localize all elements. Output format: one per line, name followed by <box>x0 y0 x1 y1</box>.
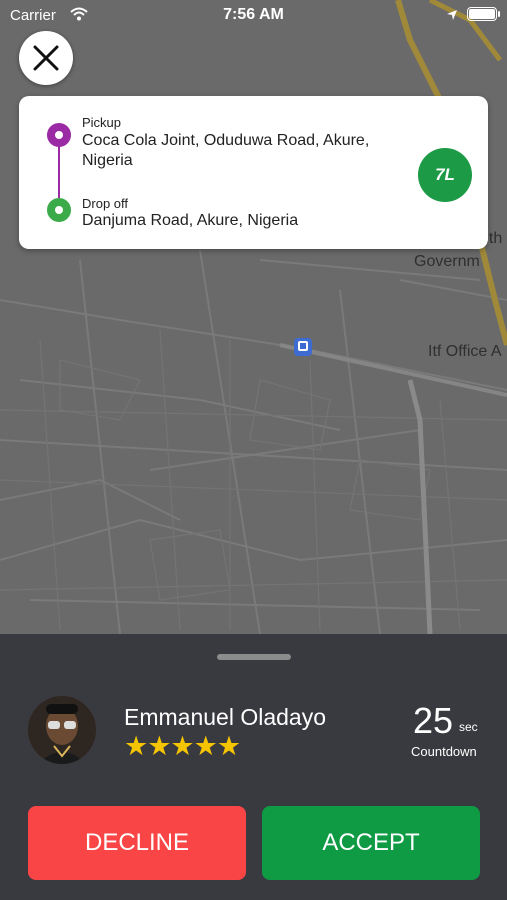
rating-stars: ★★★★★ <box>124 731 241 761</box>
countdown-label: Countdown <box>411 744 477 759</box>
dropoff-marker-icon <box>47 198 71 222</box>
location-arrow-icon <box>446 8 458 25</box>
dropoff-address: Danjuma Road, Akure, Nigeria <box>82 212 299 229</box>
avatar <box>28 696 96 764</box>
close-button[interactable] <box>19 31 73 85</box>
map-label-government: Governm <box>414 253 480 270</box>
battery-icon <box>467 7 500 21</box>
pickup-label: Pickup <box>82 115 122 130</box>
ride-request-sheet: Emmanuel Oladayo ★★★★★ 25 sec Countdown … <box>0 634 507 900</box>
status-bar: Carrier 7:56 AM <box>0 0 507 30</box>
brand-logo: 7L <box>418 148 472 202</box>
close-icon <box>33 45 59 71</box>
dropoff-label: Drop off <box>82 196 129 211</box>
decline-button[interactable]: DECLINE <box>28 806 246 880</box>
bus-stop-icon[interactable] <box>294 338 312 356</box>
route-connector <box>58 146 60 198</box>
map-label-itf-office: Itf Office A <box>428 343 502 360</box>
countdown-unit: sec <box>459 720 478 734</box>
route-card: Pickup Coca Cola Joint, Oduduwa Road, Ak… <box>19 96 488 249</box>
accept-button[interactable]: ACCEPT <box>262 806 480 880</box>
pickup-address: Coca Cola Joint, Oduduwa Road, Akure, Ni… <box>82 132 370 169</box>
countdown-value: 25 <box>413 700 454 741</box>
drag-handle[interactable] <box>217 654 291 660</box>
pickup-marker-icon <box>47 123 71 147</box>
driver-name: Emmanuel Oladayo <box>124 704 326 730</box>
clock-time: 7:56 AM <box>223 6 284 23</box>
